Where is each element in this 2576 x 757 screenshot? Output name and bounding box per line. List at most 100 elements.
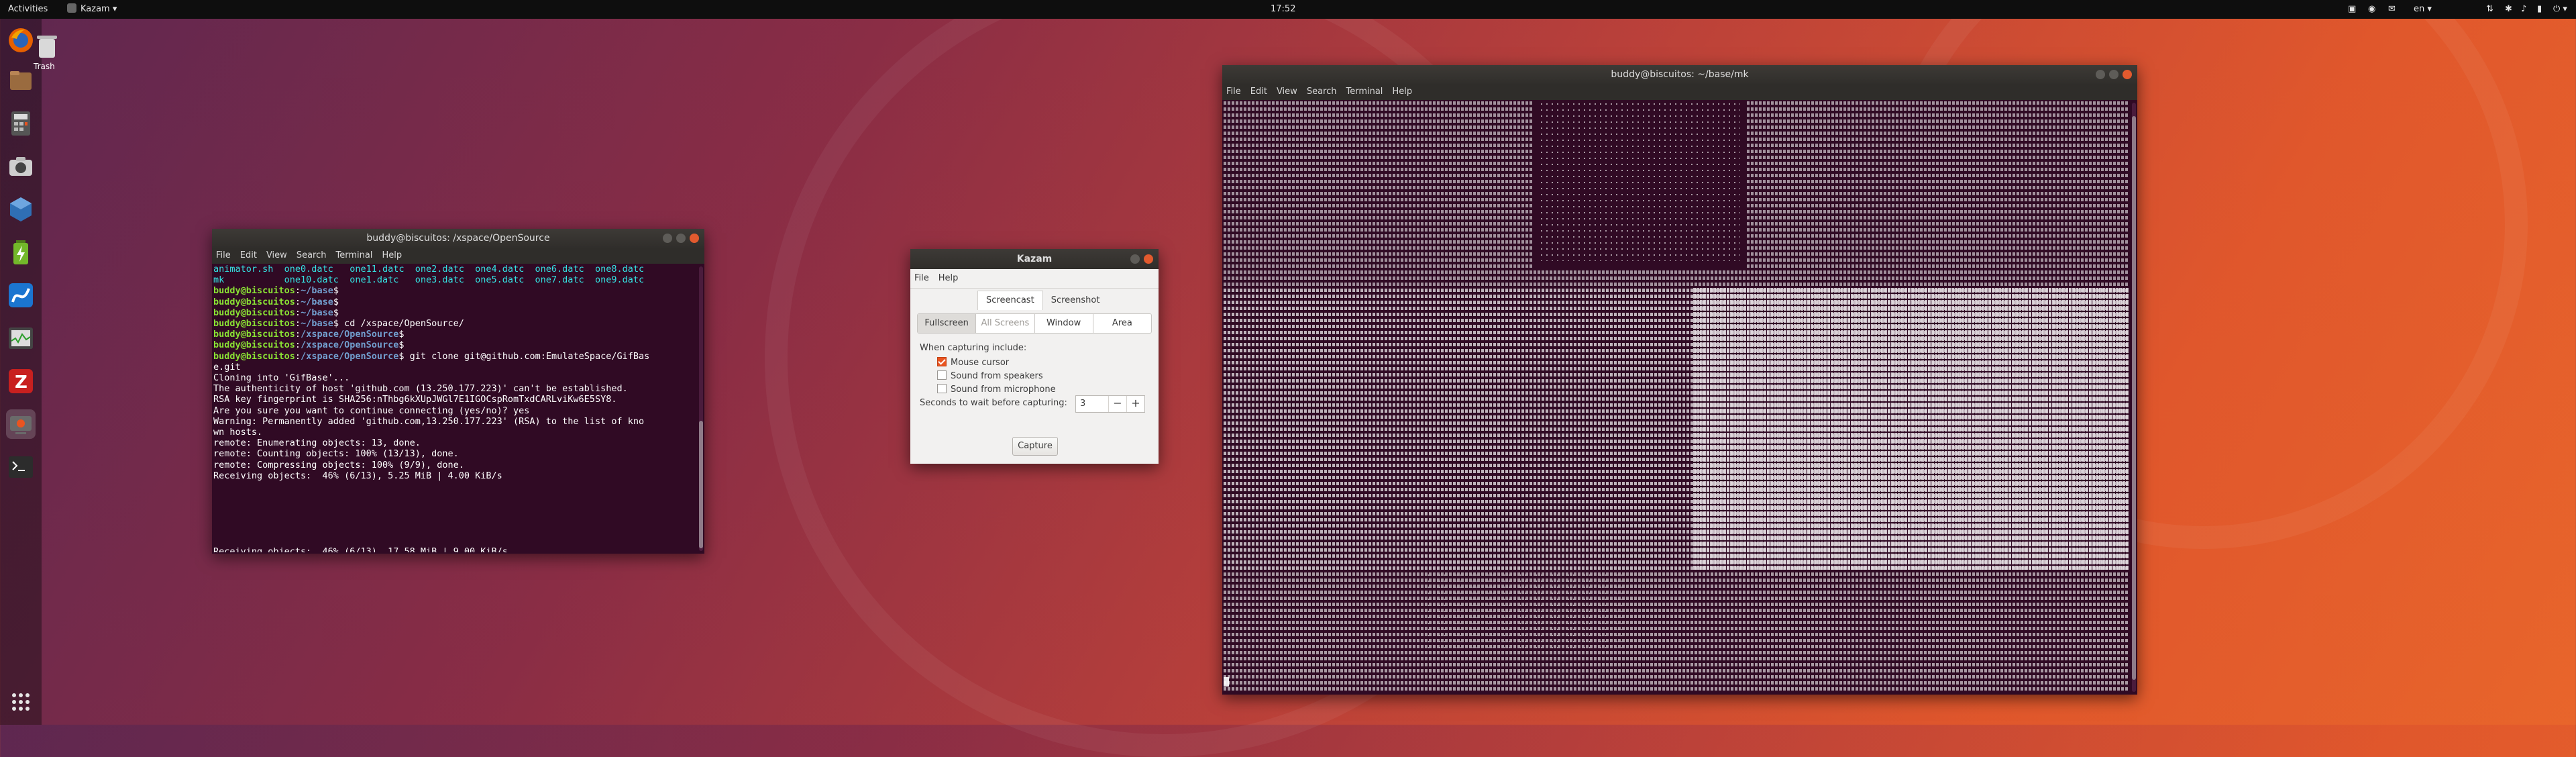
mode-window[interactable]: Window [1035, 314, 1093, 333]
prompt-path: ~/base [301, 307, 333, 318]
app-blue-icon[interactable] [6, 281, 36, 310]
terminal-line: wn hosts. [213, 427, 263, 438]
power-menu-icon[interactable]: ⏻ ▾ [2553, 0, 2567, 19]
files-icon[interactable] [6, 66, 36, 95]
sound-microphone-checkbox[interactable]: Sound from microphone [937, 383, 1056, 397]
increment-icon[interactable]: + [1126, 396, 1144, 412]
calculator-icon[interactable] [6, 109, 36, 138]
menu-help[interactable]: Help [1392, 87, 1412, 97]
menu-view[interactable]: View [266, 250, 287, 260]
close-icon[interactable] [690, 234, 699, 243]
network-icon[interactable]: ⇅ [2486, 0, 2493, 19]
chat-indicator-icon[interactable]: ✉ [2388, 0, 2396, 19]
window-title: Kazam [1016, 254, 1053, 264]
kazam-window[interactable]: Kazam File Help Screencast Screenshot Full… [910, 249, 1159, 464]
menu-edit[interactable]: Edit [1250, 87, 1267, 97]
menu-terminal[interactable]: Terminal [335, 250, 372, 260]
terminal-icon[interactable] [6, 452, 36, 482]
minimize-icon[interactable] [2096, 70, 2105, 79]
mode-area[interactable]: Area [1093, 314, 1151, 333]
prompt-separator: : [294, 318, 301, 330]
window-title: buddy@biscuitos: ~/base/mk [1611, 69, 1749, 80]
kazam-tabs: Screencast Screenshot [977, 291, 1108, 310]
close-icon[interactable] [2123, 70, 2132, 79]
top-bar: Activities Kazam ▾ 17:52 ▣ ◉ ✉ en ▾ ⇅ ✱ … [0, 0, 2576, 19]
battery-status-icon[interactable]: ▮ [2537, 0, 2542, 19]
terminal-line: buddy@biscuitos:/xspace/OpenSource$ [213, 340, 696, 350]
close-icon[interactable] [1144, 254, 1153, 264]
tab-screencast[interactable]: Screencast [977, 291, 1043, 310]
menu-file[interactable]: File [1226, 87, 1241, 97]
virtualbox-icon[interactable] [6, 195, 36, 224]
menu-file[interactable]: File [216, 250, 231, 260]
clock[interactable]: 17:52 [1271, 0, 1295, 19]
prompt-user: buddy@biscuitos [213, 307, 295, 318]
prompt-path: ~/base [301, 318, 333, 330]
trash-label[interactable]: Trash [34, 62, 55, 71]
battery-icon[interactable] [6, 238, 36, 267]
scrollbar-thumb[interactable] [699, 421, 703, 548]
mode-all-screens[interactable]: All Screens [976, 314, 1035, 333]
scrollbar[interactable] [699, 266, 703, 551]
system-monitor-icon[interactable] [6, 323, 36, 353]
terminal-left-output[interactable]: animator.sh one0.datc one11.datc one2.da… [213, 264, 696, 552]
language-indicator[interactable]: en ▾ [2414, 0, 2432, 19]
terminal-line: Cloning into 'GifBase'... [213, 372, 350, 384]
kazam-titlebar[interactable]: Kazam [910, 249, 1159, 269]
tab-screenshot[interactable]: Screenshot [1043, 291, 1108, 310]
terminal-window-left[interactable]: buddy@biscuitos: /xspace/OpenSource File… [212, 229, 704, 554]
activities-button[interactable]: Activities [8, 0, 48, 19]
minimize-icon[interactable] [663, 234, 672, 243]
menu-help[interactable]: Help [938, 273, 959, 283]
minimize-icon[interactable] [1130, 254, 1140, 264]
menu-search[interactable]: Search [297, 250, 327, 260]
terminal-line: buddy@biscuitos:~/base$ [213, 285, 696, 296]
command-text: cd /xspace/OpenSource/ [338, 318, 464, 330]
decrement-icon[interactable]: − [1108, 396, 1126, 412]
prompt-separator: : [294, 329, 301, 340]
terminal-left-titlebar[interactable]: buddy@biscuitos: /xspace/OpenSource [212, 229, 704, 248]
checkbox-label: Mouse cursor [951, 358, 1010, 368]
mode-fullscreen[interactable]: Fullscreen [918, 314, 977, 333]
menu-edit[interactable]: Edit [240, 250, 257, 260]
screenshot-icon[interactable] [6, 152, 36, 181]
app-menu[interactable]: Kazam ▾ [67, 0, 117, 19]
maximize-icon[interactable] [676, 234, 686, 243]
menu-search[interactable]: Search [1307, 87, 1337, 97]
capture-button[interactable]: Capture [1012, 437, 1058, 456]
wait-seconds-value[interactable]: 3 [1076, 396, 1108, 412]
command-text: git clone git@github.com:EmulateSpace/Gi… [404, 350, 650, 362]
terminal-right-output[interactable] [1224, 100, 2129, 693]
filezilla-icon[interactable]: Z [6, 366, 36, 396]
scrollbar[interactable] [2132, 103, 2136, 692]
camera-indicator-icon[interactable]: ▣ [2348, 0, 2356, 19]
chevron-down-icon: ▾ [2427, 4, 2432, 14]
trash-icon[interactable] [35, 32, 59, 59]
terminal-left-menubar: File Edit View Search Terminal Help [212, 248, 704, 264]
prompt-user: buddy@biscuitos [213, 329, 295, 340]
menu-terminal[interactable]: Terminal [1346, 87, 1383, 97]
prompt-separator: : [294, 307, 301, 318]
kazam-icon[interactable] [6, 409, 36, 439]
svg-text:Z: Z [15, 372, 28, 393]
volume-icon[interactable]: ♪ [2521, 0, 2526, 19]
menu-view[interactable]: View [1277, 87, 1297, 97]
terminal-window-right[interactable]: buddy@biscuitos: ~/base/mk File Edit View S… [1222, 65, 2137, 695]
menu-help[interactable]: Help [382, 250, 402, 260]
mouse-cursor-checkbox[interactable]: Mouse cursor [937, 356, 1009, 370]
scrollbar-thumb[interactable] [2132, 116, 2136, 680]
wait-seconds-stepper[interactable]: 3 − + [1075, 395, 1145, 413]
menu-file[interactable]: File [914, 273, 929, 283]
prompt-user: buddy@biscuitos [213, 340, 295, 351]
checkbox-label: Sound from speakers [951, 371, 1043, 381]
firefox-icon[interactable] [6, 26, 36, 55]
status-indicator-icon[interactable]: ◉ [2368, 0, 2375, 19]
maximize-icon[interactable] [2109, 70, 2118, 79]
bluetooth-icon[interactable]: ✱ [2505, 0, 2512, 19]
terminal-right-titlebar[interactable]: buddy@biscuitos: ~/base/mk [1222, 65, 2137, 84]
show-applications-icon[interactable] [6, 687, 36, 717]
sound-speakers-checkbox[interactable]: Sound from speakers [937, 370, 1043, 383]
